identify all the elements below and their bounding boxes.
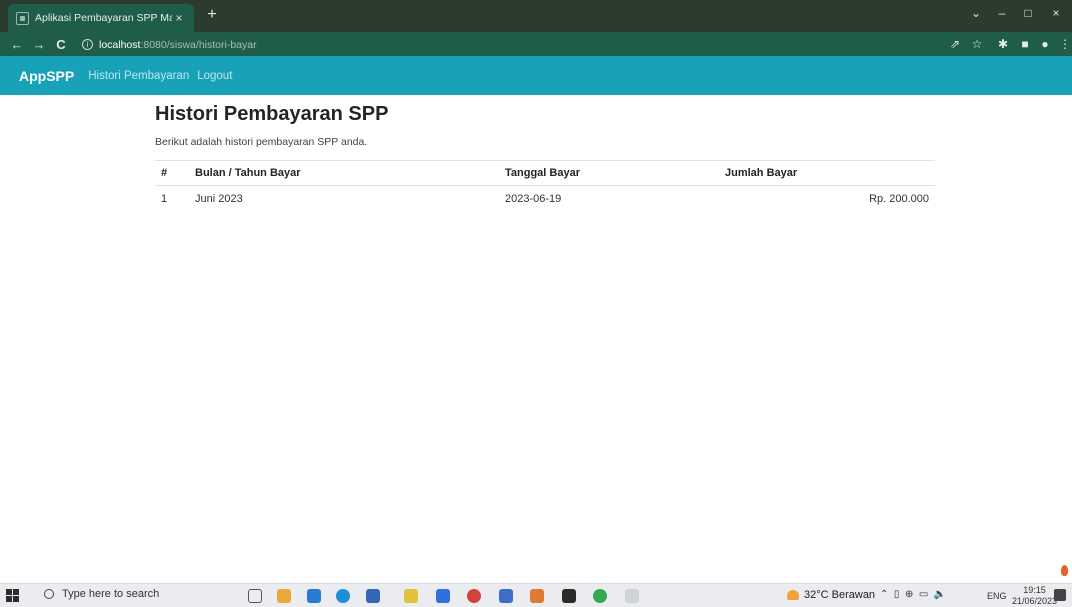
minimize-button[interactable]: – — [992, 6, 1012, 20]
terminal-icon[interactable] — [562, 589, 576, 603]
taskbar-search[interactable]: Type here to search — [44, 588, 159, 600]
browser-tab[interactable]: Aplikasi Pembayaran SPP Mahasi × — [8, 4, 194, 32]
header-jumlah: Jumlah Bayar — [719, 160, 935, 186]
search-icon — [44, 589, 54, 599]
header-bulan-tahun: Bulan / Tahun Bayar — [189, 160, 499, 186]
windows-start-icon[interactable] — [6, 589, 20, 603]
site-info-icon[interactable]: i — [82, 39, 93, 50]
search-placeholder: Type here to search — [62, 588, 160, 600]
share-icon[interactable]: ⇗ — [946, 37, 964, 51]
extensions-icon[interactable]: ✱ — [994, 37, 1012, 51]
profile-avatar-icon[interactable]: ● — [1036, 37, 1054, 51]
browser-tab-strip: Aplikasi Pembayaran SPP Mahasi × + ⌄ – □… — [0, 0, 1072, 32]
cell-bulan-tahun: Juni 2023 — [195, 193, 243, 206]
close-window-button[interactable]: × — [1046, 6, 1066, 20]
reload-button[interactable]: C — [50, 37, 72, 52]
clock[interactable]: 19:15 21/06/2023 — [1012, 585, 1057, 607]
vscode-icon[interactable] — [307, 589, 321, 603]
cell-number: 1 — [161, 193, 168, 206]
weather-icon — [787, 590, 799, 600]
screen: Aplikasi Pembayaran SPP Mahasi × + ⌄ – □… — [0, 0, 1072, 607]
cell-jumlah: Rp. 200.000 — [869, 193, 929, 206]
clock-time: 19:15 — [1023, 585, 1046, 595]
favicon-icon — [16, 11, 29, 25]
weather-text: 32°C Berawan — [804, 589, 876, 601]
flame-icon — [1061, 565, 1068, 576]
brand-logo[interactable]: AppSPP — [19, 68, 74, 84]
paint-icon[interactable] — [625, 589, 639, 603]
nav-link-histori[interactable]: Histori Pembayaran — [88, 70, 189, 82]
header-tanggal: Tanggal Bayar — [499, 160, 719, 186]
devcpp-icon[interactable] — [467, 589, 481, 603]
back-button[interactable]: ← — [6, 37, 28, 52]
page-subtitle: Berikut adalah histori pembayaran SPP an… — [155, 136, 368, 148]
menu-kebab-icon[interactable]: ⋮ — [1056, 37, 1072, 51]
clock-date: 21/06/2023 — [1012, 596, 1058, 606]
app-navbar: AppSPP Histori Pembayaran Logout — [0, 56, 1072, 95]
tab-search-dropdown-icon[interactable]: ⌄ — [966, 6, 986, 20]
page-title: Histori Pembayaran SPP — [155, 103, 389, 125]
notification-icon[interactable] — [1054, 589, 1066, 601]
side-panel-icon[interactable]: ■ — [1016, 37, 1034, 51]
tab-title: Aplikasi Pembayaran SPP Mahasi — [35, 12, 172, 24]
file-explorer-icon[interactable] — [277, 589, 291, 603]
weather-widget[interactable]: 32°C Berawan — [787, 589, 875, 601]
new-tab-button[interactable]: + — [202, 6, 222, 24]
edge-icon[interactable] — [336, 589, 350, 603]
header-number: # — [155, 160, 189, 186]
address-bar-row: ← → C i localhost:8080/siswa/histori-bay… — [0, 32, 1072, 56]
table-header-row: # Bulan / Tahun Bayar Tanggal Bayar Juml… — [155, 160, 935, 186]
payment-history-table: # Bulan / Tahun Bayar Tanggal Bayar Juml… — [155, 160, 935, 213]
nav-link-logout[interactable]: Logout — [197, 70, 232, 82]
bookmark-star-icon[interactable]: ☆ — [968, 37, 986, 51]
sublime-icon[interactable] — [404, 589, 418, 603]
url-field[interactable]: i localhost:8080/siswa/histori-bayar — [82, 36, 257, 53]
url-host: localhost — [99, 38, 141, 51]
language-indicator[interactable]: ENG — [987, 591, 1007, 601]
calculator-app-icon[interactable] — [366, 589, 380, 603]
url-path: :8080/siswa/histori-bayar — [140, 38, 257, 51]
task-view-icon[interactable] — [248, 589, 262, 603]
meet-app-icon[interactable] — [436, 589, 450, 603]
system-tray-icons[interactable]: ⌃ ▯ ⊕ ▭ 🔈 — [880, 589, 946, 600]
cell-tanggal: 2023-06-19 — [505, 193, 562, 206]
restore-button[interactable]: □ — [1018, 6, 1038, 20]
taskbar: Type here to search 32°C Berawan ⌃ ▯ ⊕ ▭… — [0, 583, 1072, 607]
forward-button[interactable]: → — [28, 37, 50, 52]
network-app-icon[interactable] — [499, 589, 513, 603]
main-content: Histori Pembayaran SPP Berikut adalah hi… — [155, 101, 935, 213]
table-row: 1 Juni 2023 2023-06-19 Rp. 200.000 — [155, 186, 935, 213]
xampp-icon[interactable] — [530, 589, 544, 603]
tab-close-icon[interactable]: × — [172, 11, 186, 25]
chrome-icon[interactable] — [593, 589, 607, 603]
